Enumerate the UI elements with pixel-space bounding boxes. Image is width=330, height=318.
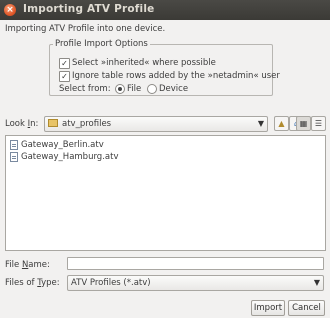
close-button[interactable]: × — [4, 4, 16, 16]
radio-file[interactable] — [115, 84, 125, 94]
ignore-table-rows-label: Ignore table rows added by the »netadmin… — [72, 71, 280, 81]
file-list[interactable]: Gateway_Berlin.atv Gateway_Hamburg.atv — [5, 135, 326, 251]
files-of-type-value: ATV Profiles (*.atv) — [71, 278, 151, 288]
chevron-down-icon: ▼ — [313, 278, 320, 287]
look-in-label: Look In: — [5, 119, 39, 129]
files-of-type-dropdown[interactable]: ATV Profiles (*.atv) ▼ — [67, 275, 324, 291]
checkmark-icon: ✓ — [61, 72, 68, 81]
title-bar: × Importing ATV Profile — [0, 0, 330, 20]
window-title: Importing ATV Profile — [23, 3, 155, 15]
file-name: Gateway_Berlin.atv — [21, 140, 104, 150]
cancel-button[interactable]: Cancel — [288, 300, 325, 316]
import-button[interactable]: Import — [251, 300, 285, 316]
file-name-label: File Name: — [5, 260, 50, 270]
radio-device[interactable] — [147, 84, 157, 94]
up-folder-icon: ▲ — [278, 119, 285, 128]
select-inherited-checkbox[interactable]: ✓ — [59, 58, 70, 69]
look-in-dropdown[interactable]: atv_profiles ▼ — [44, 116, 268, 132]
list-view-icon: ▦ — [299, 119, 308, 128]
file-icon — [10, 152, 18, 162]
select-inherited-label: Select »inherited« where possible — [72, 58, 216, 68]
chevron-down-icon: ▼ — [257, 119, 264, 128]
ignore-table-rows-checkbox[interactable]: ✓ — [59, 71, 70, 82]
files-of-type-label: Files of Type: — [5, 278, 60, 288]
checkmark-icon: ✓ — [61, 59, 68, 68]
folder-icon — [48, 119, 58, 127]
radio-file-label: File — [127, 84, 142, 94]
intro-text: Importing ATV Profile into one device. — [5, 24, 166, 34]
profile-import-options-legend: Profile Import Options — [53, 39, 150, 49]
details-view-button[interactable]: ☰ — [311, 116, 326, 131]
file-name: Gateway_Hamburg.atv — [21, 152, 119, 162]
look-in-value: atv_profiles — [62, 119, 112, 129]
import-dialog: × Importing ATV Profile Importing ATV Pr… — [0, 0, 330, 318]
close-icon: × — [6, 5, 14, 15]
details-view-icon: ☰ — [314, 119, 323, 128]
radio-selected-dot — [118, 87, 122, 91]
up-folder-button[interactable]: ▲ — [274, 116, 289, 131]
select-from-label: Select from: — [59, 84, 111, 94]
file-icon — [10, 140, 18, 150]
file-name-input[interactable] — [67, 257, 324, 270]
radio-device-label: Device — [159, 84, 189, 94]
list-view-button[interactable]: ▦ — [296, 116, 311, 131]
